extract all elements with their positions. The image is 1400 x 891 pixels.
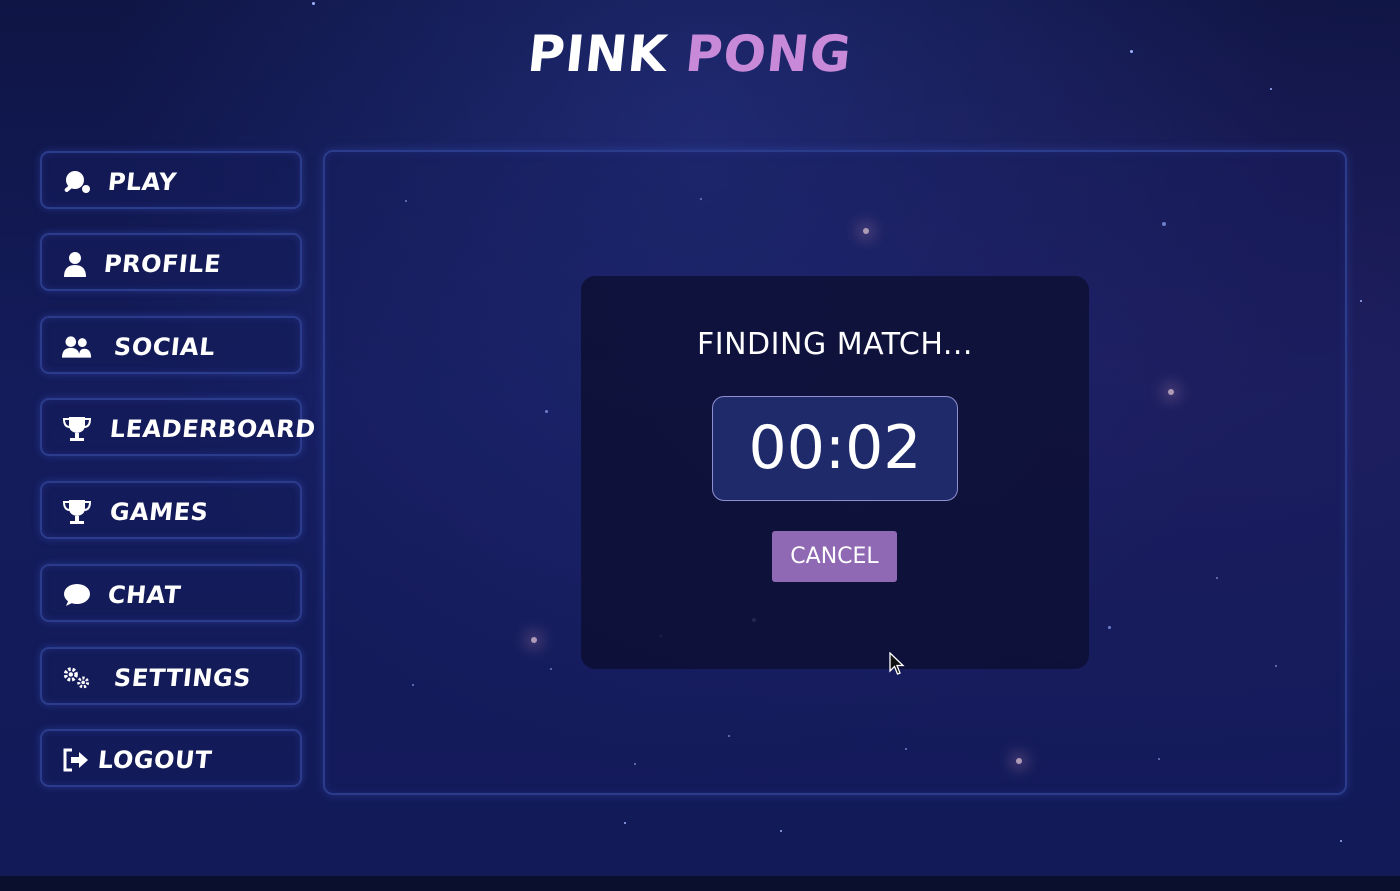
sidebar-item-label: LOGOUT (96, 746, 214, 774)
sidebar-item-label: PROFILE (102, 250, 223, 278)
trophy-icon (62, 417, 92, 441)
timer-value: 00:02 (748, 413, 922, 483)
star (624, 822, 626, 824)
sidebar-item-label: PLAY (106, 168, 179, 196)
star (312, 2, 315, 5)
app-logo: PINK PONG (525, 24, 855, 84)
star (1360, 300, 1362, 302)
cancel-button[interactable]: CANCEL (772, 531, 897, 582)
logout-icon (63, 748, 88, 772)
sidebar-item-label: GAMES (108, 498, 210, 526)
matchmaking-title: FINDING MATCH... (697, 327, 973, 362)
sidebar-item-label: CHAT (106, 581, 183, 609)
user-icon (64, 252, 86, 277)
sidebar-item-leaderboard[interactable]: LEADERBOARD (40, 398, 317, 456)
star (1130, 50, 1133, 53)
star (1270, 88, 1272, 90)
logo-word-pong: PONG (682, 25, 855, 83)
sidebar-item-play[interactable]: PLAY (40, 151, 302, 209)
ping-pong-icon (64, 171, 90, 193)
trophy-icon (62, 500, 92, 524)
matchmaking-timer: 00:02 (712, 396, 958, 501)
logo-word-pink: PINK (524, 25, 671, 83)
sidebar-item-logout[interactable]: LOGOUT (40, 729, 302, 787)
sidebar-item-games[interactable]: GAMES (40, 481, 302, 539)
sidebar-item-label: SETTINGS (112, 664, 253, 692)
sidebar-item-profile[interactable]: PROFILE (40, 233, 302, 291)
mouse-cursor-icon (889, 652, 905, 675)
sidebar-item-settings[interactable]: SETTINGS (40, 647, 302, 705)
chat-bubble-icon (64, 584, 90, 606)
sidebar-item-label: LEADERBOARD (108, 415, 318, 443)
star (780, 830, 782, 832)
star (1340, 840, 1342, 842)
sidebar-item-chat[interactable]: CHAT (40, 564, 302, 622)
gears-icon (63, 667, 90, 689)
bottom-strip (0, 876, 1400, 891)
